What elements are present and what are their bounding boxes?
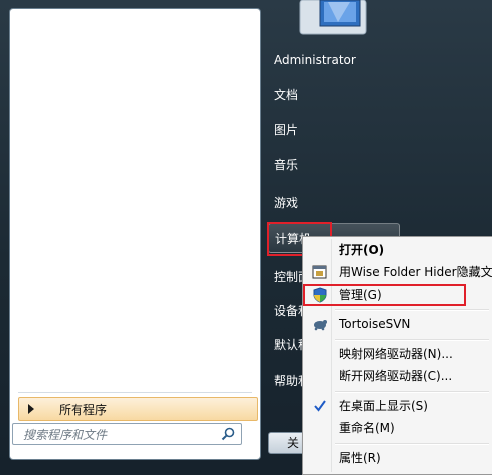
menu-item-label: 重命名(M) [339, 421, 395, 435]
menu-item-manage[interactable]: 管理(G) [305, 284, 492, 306]
menu-separator [335, 339, 489, 341]
all-programs-label: 所有程序 [59, 403, 108, 417]
right-item-music[interactable]: 音乐 [268, 150, 400, 180]
right-item-documents[interactable]: 文档 [268, 80, 400, 110]
arrow-right-icon [28, 404, 34, 414]
checkmark-icon [314, 400, 326, 412]
user-picture-icon[interactable] [298, 0, 368, 36]
uac-shield-icon [313, 287, 327, 303]
menu-item-label: 在桌面上显示(S) [339, 399, 428, 413]
menu-item-label: 属性(R) [339, 451, 381, 465]
user-name-item[interactable]: Administrator [268, 45, 400, 75]
menu-item-open[interactable]: 打开(O) [305, 239, 492, 261]
menu-item-show-on-desktop[interactable]: 在桌面上显示(S) [305, 395, 492, 417]
right-item-pictures[interactable]: 图片 [268, 115, 400, 145]
tortoise-icon [314, 320, 327, 331]
search-box[interactable] [12, 423, 242, 445]
menu-item-disconnect-network-drive[interactable]: 断开网络驱动器(C)... [305, 365, 492, 387]
all-programs-button[interactable]: 所有程序 [18, 397, 258, 421]
menu-item-label: 打开(O) [339, 243, 385, 257]
menu-item-map-network-drive[interactable]: 映射网络驱动器(N)... [305, 343, 492, 365]
menu-item-label: 断开网络驱动器(C)... [339, 369, 453, 383]
pinned-programs-list [10, 9, 260, 392]
menu-item-wise-folder-hider[interactable]: 用Wise Folder Hider隐藏文 [305, 261, 492, 283]
menu-item-label: 映射网络驱动器(N)... [339, 347, 453, 361]
search-icon[interactable] [221, 427, 235, 441]
menu-separator [335, 391, 489, 393]
start-menu-left-pane: 所有程序 [9, 8, 261, 460]
menu-item-properties[interactable]: 属性(R) [305, 447, 492, 469]
menu-item-label: 管理(G) [339, 288, 382, 302]
context-menu: 打开(O) 用Wise Folder Hider隐藏文 管理(G) Tortoi… [302, 236, 492, 475]
menu-item-label: 用Wise Folder Hider隐藏文 [339, 265, 492, 279]
search-input[interactable] [21, 425, 220, 445]
menu-separator [335, 309, 489, 311]
wise-folder-hider-icon [312, 265, 327, 279]
start-menu: 所有程序 Administrator 文档 图片 音乐 游戏 计算机 控制面 设… [0, 0, 492, 475]
menu-item-tortoisesvn[interactable]: TortoiseSVN [305, 313, 492, 335]
menu-item-label: TortoiseSVN [339, 317, 411, 331]
right-item-games[interactable]: 游戏 [268, 188, 400, 218]
left-pane-divider [18, 392, 252, 393]
menu-item-rename[interactable]: 重命名(M) [305, 417, 492, 439]
menu-separator [335, 443, 489, 445]
